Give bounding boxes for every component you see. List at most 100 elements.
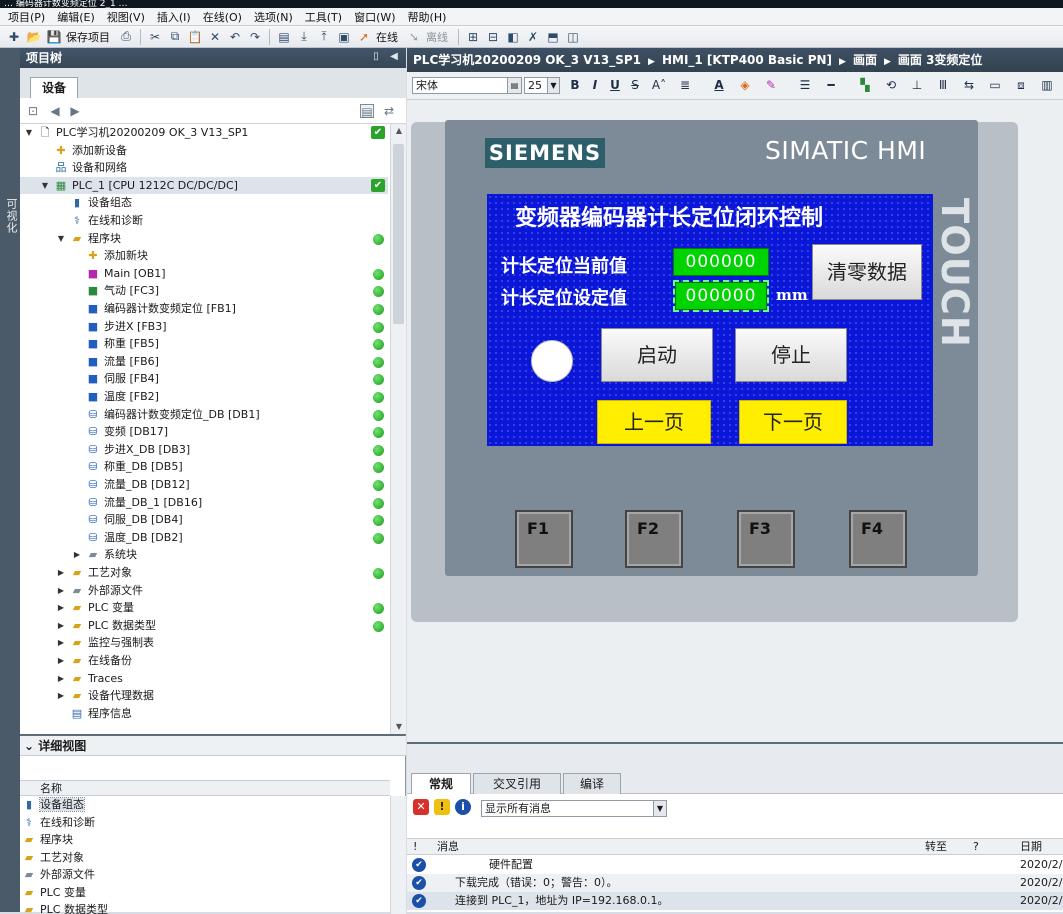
font-family-select[interactable]: 宋体 ▤ xyxy=(412,77,522,94)
tree-item-db2[interactable]: ⛁ 温度_DB [DB2] xyxy=(20,529,388,547)
tree-item-external-sources[interactable]: ▶ ▰ 外部源文件 xyxy=(20,582,388,600)
chevron-down-icon[interactable]: ▼ xyxy=(547,78,559,93)
warning-filter-icon[interactable]: ! xyxy=(434,799,450,815)
tree-item-db12[interactable]: ⛁ 流量_DB [DB12] xyxy=(20,476,388,494)
italic-icon[interactable]: I xyxy=(587,77,603,94)
arrange-icon[interactable]: ▚ xyxy=(853,77,877,94)
pin-icon[interactable]: ▯ xyxy=(370,51,382,63)
scroll-up-icon[interactable]: ▲ xyxy=(391,124,407,138)
tree-item-fb2[interactable]: ■ 温度 [FB2] xyxy=(20,388,388,406)
line-weight-icon[interactable]: ━ xyxy=(819,77,843,94)
tree-item-technology-objects[interactable]: ▶ ▰ 工艺对象 xyxy=(20,564,388,582)
tree-item-online-backups[interactable]: ▶ ▰ 在线备份 xyxy=(20,652,388,670)
split-horizontal-icon[interactable]: ⬒ xyxy=(545,29,561,45)
rotate-icon[interactable]: ⟲ xyxy=(879,77,903,94)
chevron-down-icon[interactable]: ▼ xyxy=(653,801,666,816)
fill-color-icon[interactable]: ◈ xyxy=(733,77,757,94)
current-value-io-field[interactable]: 000000 xyxy=(673,248,769,276)
new-item-icon[interactable]: ⊡ xyxy=(26,104,40,118)
project-tree-scrollbar[interactable]: ▲ ▼ xyxy=(390,124,406,734)
simulation-icon[interactable]: ▣ xyxy=(336,29,352,45)
menu-options[interactable]: 选项(N) xyxy=(250,9,301,25)
screen-canvas[interactable]: SIEMENS SIMATIC HMI TOUCH 变频器编码器计长定位闭环控制… xyxy=(407,100,1063,742)
tree-item-program-info[interactable]: ▤ 程序信息 xyxy=(20,705,388,723)
save-project-button[interactable]: 保存项目 xyxy=(66,29,110,45)
tree-item-online-diagnostics[interactable]: ⚕ 在线和诊断 xyxy=(20,212,388,230)
menu-online[interactable]: 在线(O) xyxy=(199,9,250,25)
table-row[interactable]: ✔ 下载完成（错误：0；警告：0）。 2020/2/1 xyxy=(407,874,1063,892)
redo-icon[interactable]: ↷ xyxy=(247,29,263,45)
sync-icon[interactable]: ⇄ xyxy=(382,104,396,118)
tree-item-add-device[interactable]: ✚ 添加新设备 xyxy=(20,142,388,160)
tree-item-plc[interactable]: ▼ ▦ PLC_1 [CPU 1212C DC/DC/DC] ✔ xyxy=(20,176,388,195)
menu-tools[interactable]: 工具(T) xyxy=(301,9,350,25)
expand-icon[interactable]: ▶ xyxy=(56,582,66,600)
line-style-icon[interactable]: ☰ xyxy=(793,77,817,94)
table-row[interactable]: ✔ 连接到 PLC_1，地址为 IP=192.168.0.1。 2020/2/1 xyxy=(407,892,1063,910)
go-offline-button[interactable]: 离线 xyxy=(426,29,448,45)
expand-icon[interactable]: ▶ xyxy=(56,670,66,688)
list-item[interactable]: ⚕ 在线和诊断 xyxy=(20,814,390,832)
function-key-f4[interactable]: F4 xyxy=(849,510,907,568)
text-size-icon[interactable]: A˄ xyxy=(647,77,671,94)
set-value-io-field[interactable]: 000000 xyxy=(673,280,769,312)
underline-icon[interactable]: U xyxy=(607,77,623,94)
download-icon[interactable]: ⤓ xyxy=(296,29,312,45)
expand-icon[interactable]: ▶ xyxy=(56,617,66,635)
menu-help[interactable]: 帮助(H) xyxy=(404,9,455,25)
detail-column-header[interactable]: 名称 xyxy=(20,780,390,796)
zoom-icon[interactable]: ▥ xyxy=(1035,77,1059,94)
list-item[interactable]: ▮ 设备组态 xyxy=(20,796,390,814)
message-filter-select[interactable]: 显示所有消息 ▼ xyxy=(481,800,667,817)
go-online-icon[interactable]: ➚ xyxy=(356,29,372,45)
tab-devices[interactable]: 设备 xyxy=(30,77,78,98)
tree-item-fb5[interactable]: ■ 称重 [FB5] xyxy=(20,335,388,353)
split-vertical-icon[interactable]: ◫ xyxy=(565,29,581,45)
collapse-left-icon[interactable]: ◀ xyxy=(388,51,400,63)
open-project-icon[interactable]: 📂 xyxy=(26,29,42,45)
tree-item-fb3[interactable]: ■ 步进X [FB3] xyxy=(20,318,388,336)
visualization-label[interactable]: 可视化 xyxy=(3,198,19,234)
print-icon[interactable]: ⎙ xyxy=(118,29,134,45)
column-help[interactable]: ? xyxy=(973,839,979,854)
go-online-button[interactable]: 在线 xyxy=(376,29,398,45)
expand-icon[interactable]: ▶ xyxy=(56,687,66,705)
expand-icon[interactable]: ▶ xyxy=(56,652,66,670)
stop-button[interactable]: 停止 xyxy=(735,328,847,382)
scroll-down-icon[interactable]: ▼ xyxy=(391,720,407,734)
column-goto[interactable]: 转至 xyxy=(925,839,947,854)
tab-general[interactable]: 常规 xyxy=(411,773,471,794)
tree-item-devices-networks[interactable]: 品 设备和网络 xyxy=(20,159,388,177)
tree-item-db5[interactable]: ⛁ 称重_DB [DB5] xyxy=(20,458,388,476)
tree-item-fb6[interactable]: ■ 流量 [FB6] xyxy=(20,353,388,371)
close-editor-icon[interactable]: ✗ xyxy=(525,29,541,45)
tree-item-add-block[interactable]: ✚ 添加新块 xyxy=(20,247,388,265)
breadcrumb-screens[interactable]: 画面 xyxy=(853,53,877,67)
tree-item-db16[interactable]: ⛁ 流量_DB_1 [DB16] xyxy=(20,494,388,512)
tree-item-fb1[interactable]: ■ 编码器计数变频定位 [FB1] xyxy=(20,300,388,318)
chevron-down-icon[interactable]: ⌄ xyxy=(24,739,38,753)
undo-icon[interactable]: ↶ xyxy=(227,29,243,45)
list-item[interactable]: ▰ PLC 变量 xyxy=(20,884,390,902)
tree-item-db17[interactable]: ⛁ 变频 [DB17] xyxy=(20,423,388,441)
label-current-value[interactable]: 计长定位当前值 xyxy=(501,252,627,278)
list-item[interactable]: ▰ PLC 数据类型 xyxy=(20,901,390,914)
screen-title[interactable]: 变频器编码器计长定位闭环控制 xyxy=(515,200,823,232)
tree-item-db1[interactable]: ⛁ 编码器计数变频定位_DB [DB1] xyxy=(20,406,388,424)
group-icon[interactable]: ▭ xyxy=(983,77,1007,94)
hmi-screen[interactable]: 变频器编码器计长定位闭环控制 计长定位当前值 000000 计长定位设定值 00… xyxy=(487,194,933,446)
expand-icon[interactable]: ▶ xyxy=(56,634,66,652)
copy-icon[interactable]: ⧉ xyxy=(167,29,183,45)
clear-data-button[interactable]: 清零数据 xyxy=(812,244,922,300)
table-row[interactable]: ✔ 硬件配置 2020/2/1 xyxy=(407,856,1063,874)
label-set-value[interactable]: 计长定位设定值 xyxy=(501,284,627,310)
save-icon[interactable]: 💾 xyxy=(46,29,62,45)
expand-icon[interactable]: ▶ xyxy=(56,564,66,582)
compile-icon[interactable]: ▤ xyxy=(276,29,292,45)
menu-window[interactable]: 窗口(W) xyxy=(350,9,403,25)
tree-item-device-config[interactable]: ▮ 设备组态 xyxy=(20,194,388,212)
list-item[interactable]: ▰ 外部源文件 xyxy=(20,866,390,884)
tree-item-fc3[interactable]: ■ 气动 [FC3] xyxy=(20,282,388,300)
function-key-f3[interactable]: F3 xyxy=(737,510,795,568)
distribute-icon[interactable]: Ⅲ xyxy=(931,77,955,94)
